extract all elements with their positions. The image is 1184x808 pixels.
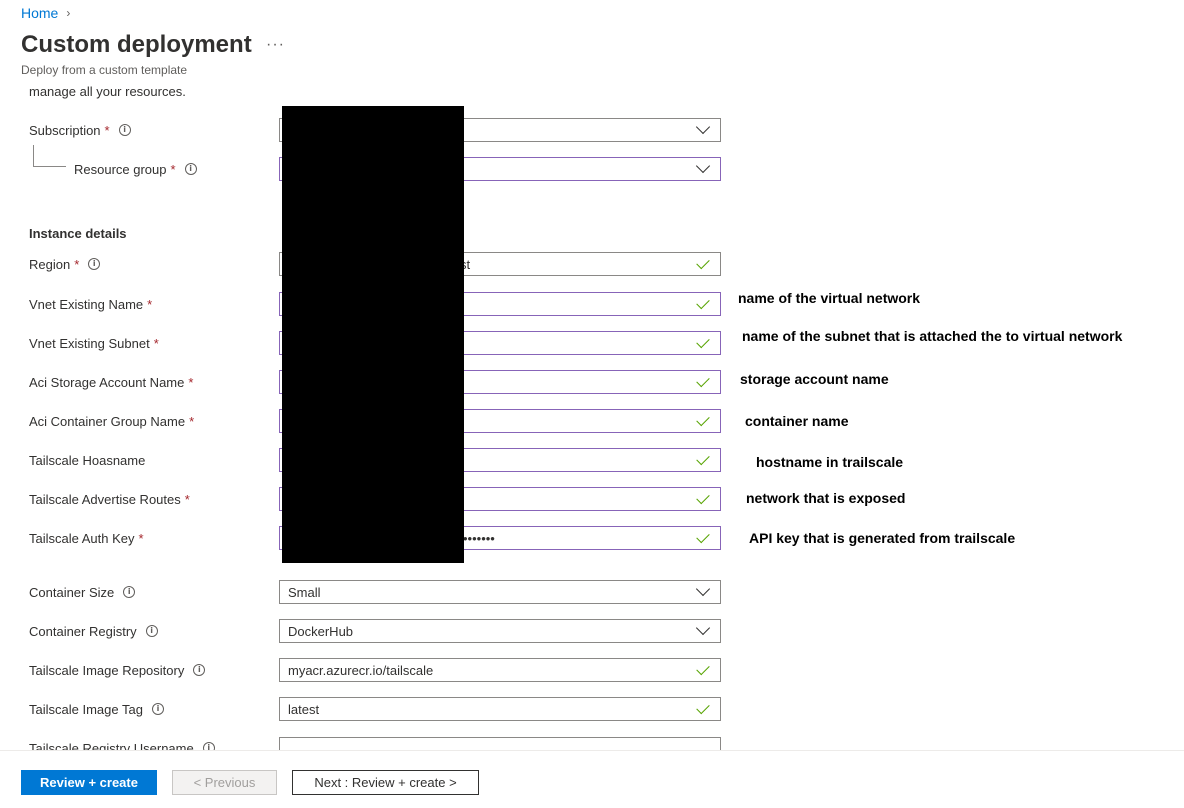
region-label: Region * i — [29, 252, 101, 276]
info-icon[interactable]: i — [145, 625, 158, 637]
container-size-select[interactable]: Small — [279, 580, 721, 604]
check-icon — [696, 529, 710, 543]
page-subtitle: Deploy from a custom template — [21, 63, 188, 77]
info-icon[interactable]: i — [118, 124, 131, 136]
info-icon[interactable]: i — [88, 258, 101, 270]
page-title: Custom deployment — [21, 31, 252, 58]
auth-key-label: Tailscale Auth Key * — [29, 530, 144, 546]
hostname-label: Tailscale Hoasname — [29, 452, 146, 468]
image-tag-value: latest — [288, 701, 320, 717]
check-icon — [696, 451, 710, 465]
description-text: manage all your resources. — [29, 84, 186, 99]
check-icon — [696, 700, 710, 714]
next-button[interactable]: Next : Review + create > — [292, 770, 479, 795]
image-repository-value: myacr.azurecr.io/tailscale — [288, 662, 434, 678]
breadcrumb: Home › — [21, 5, 70, 21]
tree-connector — [33, 145, 66, 167]
info-icon[interactable]: i — [123, 586, 136, 598]
required-mark: * — [104, 122, 110, 138]
image-tag-label: Tailscale Image Tag i — [29, 697, 164, 721]
required-mark: * — [74, 256, 80, 272]
annotation-auth-key: API key that is generated from trailscal… — [749, 530, 1016, 546]
annotation-hostname: hostname in trailscale — [756, 454, 904, 470]
check-icon — [696, 255, 710, 269]
container-registry-value: DockerHub — [288, 623, 354, 639]
chevron-down-icon — [695, 581, 711, 597]
breadcrumb-home-link[interactable]: Home — [21, 5, 58, 21]
registry-username-input[interactable] — [279, 737, 721, 750]
chevron-down-icon — [695, 119, 711, 135]
required-mark: * — [170, 161, 176, 177]
instance-details-heading: Instance details — [29, 226, 127, 241]
check-icon — [696, 490, 710, 504]
required-mark: * — [189, 413, 195, 429]
annotation-vnet-subnet: name of the subnet that is attached the … — [742, 328, 1123, 344]
info-icon[interactable]: i — [151, 703, 164, 715]
review-create-button[interactable]: Review + create — [21, 770, 157, 795]
chevron-right-icon: › — [66, 6, 71, 20]
required-mark: * — [147, 296, 153, 312]
subscription-label: Subscription * i — [29, 118, 131, 142]
check-icon — [696, 295, 710, 309]
container-registry-select[interactable]: DockerHub — [279, 619, 721, 643]
check-icon — [696, 661, 710, 675]
check-icon — [696, 373, 710, 387]
redaction-block — [282, 106, 464, 563]
storage-account-label: Aci Storage Account Name * — [29, 374, 194, 390]
image-repository-input[interactable]: myacr.azurecr.io/tailscale — [279, 658, 721, 682]
container-size-value: Small — [288, 584, 321, 600]
clipped-row: Tailscale Registry Username i — [0, 736, 1184, 750]
container-group-label: Aci Container Group Name * — [29, 413, 195, 429]
info-icon[interactable]: i — [193, 664, 206, 676]
advertise-routes-label: Tailscale Advertise Routes * — [29, 491, 190, 507]
image-repository-label: Tailscale Image Repository i — [29, 658, 206, 682]
footer-divider — [0, 750, 1184, 751]
info-icon[interactable]: i — [184, 163, 197, 175]
vnet-name-label: Vnet Existing Name * — [29, 296, 153, 312]
chevron-down-icon — [695, 620, 711, 636]
check-icon — [696, 412, 710, 426]
required-mark: * — [138, 530, 144, 546]
info-icon[interactable]: i — [202, 742, 215, 750]
annotation-routes: network that is exposed — [746, 490, 906, 506]
annotation-vnet-name: name of the virtual network — [738, 290, 921, 306]
required-mark: * — [184, 491, 190, 507]
check-icon — [696, 334, 710, 348]
container-registry-label: Container Registry i — [29, 619, 158, 643]
more-options-icon[interactable]: ··· — [266, 36, 285, 54]
chevron-down-icon — [695, 158, 711, 174]
annotation-container: container name — [745, 413, 849, 429]
registry-username-label: Tailscale Registry Username i — [29, 736, 215, 750]
required-mark: * — [188, 374, 194, 390]
image-tag-input[interactable]: latest — [279, 697, 721, 721]
required-mark: * — [153, 335, 159, 351]
vnet-subnet-label: Vnet Existing Subnet * — [29, 335, 159, 351]
annotation-storage: storage account name — [740, 371, 889, 387]
container-size-label: Container Size i — [29, 580, 136, 604]
previous-button[interactable]: < Previous — [172, 770, 277, 795]
resource-group-label: Resource group * i — [74, 157, 197, 181]
